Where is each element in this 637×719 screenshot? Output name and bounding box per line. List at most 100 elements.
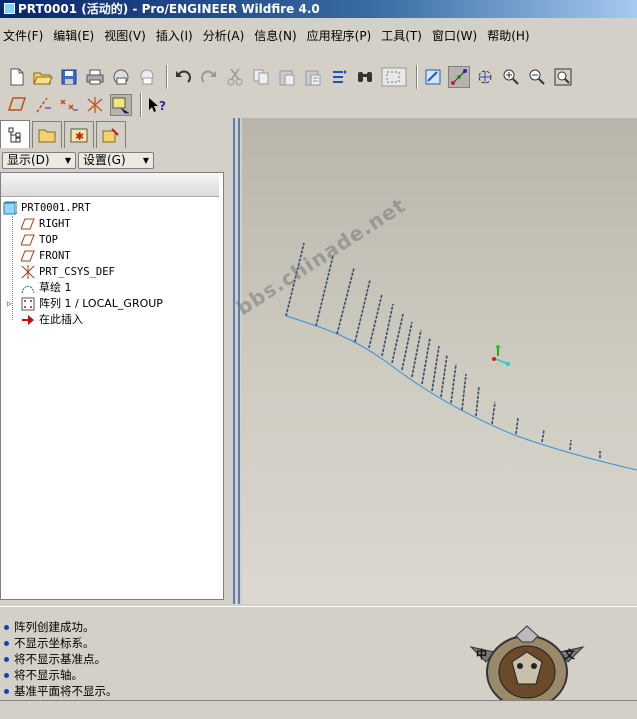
pattern-instance-6 (381, 303, 394, 357)
folder-browser-tab[interactable] (32, 121, 62, 148)
csys-display-icon[interactable] (84, 94, 106, 116)
annotation-display-icon[interactable] (110, 94, 132, 116)
menu-info[interactable]: 信息(N) (251, 27, 299, 44)
undo-icon[interactable] (172, 66, 194, 88)
csys-triad-icon (492, 345, 510, 366)
csys-icon (21, 265, 35, 279)
pattern-instance-11 (431, 345, 440, 392)
point-display-icon[interactable] (58, 94, 80, 116)
splitter-line (238, 118, 240, 604)
title-bar[interactable]: PRT0001 (活动的) - Pro/ENGINEER Wildfire 4.… (0, 0, 637, 18)
chevron-down-icon: ▼ (142, 155, 149, 165)
select-box-icon[interactable] (380, 66, 408, 88)
paste-icon[interactable] (276, 66, 298, 88)
send-mail-icon[interactable] (110, 66, 132, 88)
send-attachment-icon[interactable] (136, 66, 158, 88)
redo-icon[interactable] (198, 66, 220, 88)
open-icon[interactable] (32, 66, 54, 88)
sketch-icon (21, 281, 35, 295)
toolbar-separator (140, 93, 142, 117)
model-tree-header (1, 173, 219, 197)
tree-item-right[interactable]: RIGHT (1, 216, 223, 232)
navigator-tabs: ✱ (0, 120, 226, 148)
svg-text:✱: ✱ (75, 130, 84, 143)
svg-text:?: ? (159, 99, 166, 113)
chevron-down-icon: ▼ (64, 155, 71, 165)
emblem-char-left: 中 (476, 647, 487, 661)
insert-here-arrow-icon (21, 313, 35, 327)
sketch-curve (285, 315, 637, 471)
panel-splitter[interactable] (228, 118, 242, 604)
collapse-left-icon[interactable] (228, 246, 242, 258)
menu-help[interactable]: 帮助(H) (484, 27, 532, 44)
expand-arrow-icon[interactable]: ▷ (7, 296, 12, 312)
find-icon[interactable] (354, 66, 376, 88)
message-line: 将不显示轴。 (4, 667, 83, 683)
pattern-instance-3 (336, 267, 355, 335)
pattern-icon (21, 297, 35, 311)
paste-special-icon[interactable] (302, 66, 324, 88)
settings-dropdown[interactable]: 设置(G) ▼ (78, 151, 154, 169)
refit-icon[interactable] (552, 66, 574, 88)
tree-item-csys[interactable]: PRT_CSYS_DEF (1, 264, 223, 280)
menu-edit[interactable]: 编辑(E) (50, 27, 97, 44)
menu-window[interactable]: 窗口(W) (429, 27, 480, 44)
menu-bar: 文件(F) 编辑(E) 视图(V) 插入(I) 分析(A) 信息(N) 应用程序… (0, 24, 637, 46)
menu-applications[interactable]: 应用程序(P) (304, 27, 375, 44)
repaint-icon[interactable] (422, 66, 444, 88)
regenerate-icon[interactable] (328, 66, 350, 88)
menu-file[interactable]: 文件(F) (0, 27, 46, 44)
orient-mode-icon[interactable] (474, 66, 496, 88)
pattern-instances (285, 242, 601, 458)
cut-icon[interactable] (224, 66, 246, 88)
main-toolbar (0, 62, 637, 92)
message-bullet-icon (4, 624, 9, 630)
tree-item-front[interactable]: FRONT (1, 248, 223, 264)
show-dropdown[interactable]: 显示(D) ▼ (2, 151, 76, 169)
context-help-icon[interactable]: ? (146, 94, 168, 116)
pattern-instance-14 (461, 373, 467, 411)
copy-icon[interactable] (250, 66, 272, 88)
zoom-out-icon[interactable] (526, 66, 548, 88)
pattern-instance-15 (475, 385, 480, 417)
favorites-tab[interactable]: ✱ (64, 121, 94, 148)
tree-item-top[interactable]: TOP (1, 232, 223, 248)
pattern-instance-4 (354, 279, 371, 343)
model-tree-panel: PRT0001.PRT RIGHT TOP FRONT PRT_CSYS_DEF… (0, 172, 224, 600)
plane-display-icon[interactable] (6, 94, 28, 116)
status-bar (0, 700, 637, 719)
expand-right-icon[interactable] (228, 478, 242, 490)
zoom-in-icon[interactable] (500, 66, 522, 88)
model-tree-controls: 显示(D) ▼ 设置(G) ▼ (0, 150, 226, 170)
save-icon[interactable] (58, 66, 80, 88)
message-line: 不显示坐标系。 (4, 635, 95, 651)
graphics-window[interactable] (242, 118, 637, 604)
splitter-line (233, 118, 235, 604)
tree-item-sketch[interactable]: 草绘 1 (1, 280, 223, 296)
pattern-instance-16 (491, 401, 496, 425)
pattern-instance-18 (541, 429, 545, 443)
menu-tools[interactable]: 工具(T) (378, 27, 425, 44)
menu-view[interactable]: 视图(V) (101, 27, 149, 44)
menu-analysis[interactable]: 分析(A) (200, 27, 248, 44)
connections-tab[interactable] (96, 121, 126, 148)
model-viewport[interactable] (242, 118, 637, 604)
pattern-instance-5 (368, 293, 383, 349)
pattern-instance-17 (515, 417, 519, 435)
spin-center-icon[interactable] (448, 66, 470, 88)
collapse-left-icon[interactable] (228, 456, 242, 468)
datum-display-toolbar: ? (0, 90, 200, 120)
part-icon (3, 201, 17, 215)
window-title: PRT0001 (活动的) - Pro/ENGINEER Wildfire 4.… (18, 2, 320, 16)
tree-item-insert-here[interactable]: 在此插入 (1, 312, 223, 328)
tree-root-node[interactable]: PRT0001.PRT (1, 200, 223, 216)
axis-display-icon[interactable] (32, 94, 54, 116)
message-bullet-icon (4, 688, 9, 694)
model-tree-tab[interactable] (0, 120, 30, 148)
menu-insert[interactable]: 插入(I) (153, 27, 196, 44)
new-icon[interactable] (6, 66, 28, 88)
datum-plane-icon (21, 233, 35, 247)
print-icon[interactable] (84, 66, 106, 88)
tree-item-pattern[interactable]: ▷ 阵列 1 / LOCAL_GROUP (1, 296, 223, 312)
message-line: 将不显示基准点。 (4, 651, 106, 667)
